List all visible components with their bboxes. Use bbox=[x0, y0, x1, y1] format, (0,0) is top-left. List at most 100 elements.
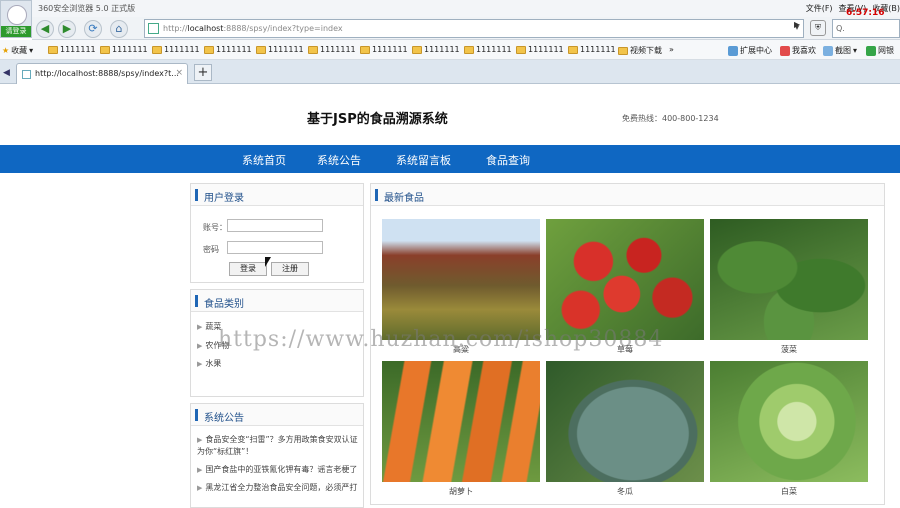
bookmark-folder[interactable]: 1111111 bbox=[516, 45, 564, 54]
folder-icon bbox=[360, 45, 370, 54]
register-button[interactable]: 注册 bbox=[271, 262, 309, 276]
nav-home[interactable]: 系统首页 bbox=[242, 152, 286, 168]
bookmark-folder[interactable]: 1111111 bbox=[204, 45, 252, 54]
category-item[interactable]: ▶ 水果 bbox=[197, 358, 221, 370]
screenshot-tool[interactable]: 截图 ▾ bbox=[823, 45, 857, 56]
bookmark-folder[interactable]: 1111111 bbox=[568, 45, 616, 54]
bookmark-folder[interactable]: 1111111 bbox=[256, 45, 304, 54]
search-input[interactable]: Q. bbox=[832, 19, 900, 38]
tab-scroll-left-icon[interactable]: ◀ bbox=[3, 68, 10, 78]
folder-icon bbox=[412, 45, 422, 54]
browser-title-bar: 360安全浏览器 5.0 正式版 文件(F) 查看(V) 收藏(B) 6:57:… bbox=[0, 0, 900, 18]
tab-close-icon[interactable]: × bbox=[175, 68, 183, 78]
new-tab-button[interactable]: + bbox=[194, 64, 212, 81]
folder-icon bbox=[100, 45, 110, 54]
heart-icon bbox=[780, 45, 790, 56]
refresh-icon[interactable]: ⟳ bbox=[84, 20, 102, 38]
folder-icon bbox=[464, 45, 474, 54]
menu-file[interactable]: 文件(F) bbox=[806, 3, 833, 14]
folder-icon bbox=[618, 46, 628, 55]
shield-icon[interactable]: ⛨ bbox=[810, 20, 826, 36]
folder-icon bbox=[152, 45, 162, 54]
watermark: https://www.huzhan.com/ishop30884 bbox=[218, 327, 664, 352]
food-name[interactable]: 菠菜 bbox=[710, 344, 868, 355]
folder-icon bbox=[308, 45, 318, 54]
login-panel-header: 用户登录 bbox=[191, 184, 363, 206]
login-button[interactable]: 登录 bbox=[229, 262, 267, 276]
notice-panel-title: 系统公告 bbox=[204, 413, 244, 424]
nav-notices[interactable]: 系统公告 bbox=[317, 152, 361, 168]
net-bank[interactable]: 网银 bbox=[866, 45, 894, 56]
main-nav: 系统首页 系统公告 系统留言板 食品查询 bbox=[0, 145, 900, 173]
bookmark-folder[interactable]: 1111111 bbox=[152, 45, 200, 54]
star-icon: ★ bbox=[2, 46, 10, 55]
bookmark-folder[interactable]: 1111111 bbox=[464, 45, 512, 54]
bookmark-folder[interactable]: 1111111 bbox=[100, 45, 148, 54]
account-label: 账号： bbox=[203, 223, 227, 232]
latest-foods-title: 最新食品 bbox=[384, 193, 424, 204]
login-panel-title: 用户登录 bbox=[204, 193, 244, 204]
forward-icon[interactable]: ▶ bbox=[58, 20, 76, 38]
extensions-center[interactable]: 扩展中心 bbox=[728, 45, 772, 56]
folder-icon bbox=[48, 45, 58, 54]
arrow-right-icon: ▶ bbox=[197, 484, 203, 492]
favorites-menu[interactable]: ★ 收藏 ▾ bbox=[2, 45, 33, 56]
arrow-right-icon: ▶ bbox=[197, 466, 203, 474]
bookmark-folder[interactable]: 1111111 bbox=[360, 45, 408, 54]
bookmark-video-download[interactable]: 视频下载 bbox=[618, 45, 662, 56]
scissors-icon bbox=[823, 45, 833, 56]
site-title: 基于JSP的食品溯源系统 bbox=[307, 112, 448, 127]
hotline: 免费热线：400-800-1234 bbox=[622, 114, 719, 123]
notice-item[interactable]: ▶ 黑龙江省全力整治食品安全问题，必须严打 bbox=[197, 482, 359, 494]
nav-message-board[interactable]: 系统留言板 bbox=[396, 152, 451, 168]
arrow-right-icon: ▶ bbox=[197, 436, 203, 444]
food-image-sorghum[interactable] bbox=[382, 219, 540, 340]
extensions-icon bbox=[728, 45, 738, 56]
folder-icon bbox=[568, 45, 578, 54]
food-name[interactable]: 白菜 bbox=[710, 486, 868, 497]
arrow-right-icon: ▶ bbox=[197, 323, 203, 331]
my-favorites[interactable]: 我喜欢 bbox=[780, 45, 816, 56]
bookmark-folder[interactable]: 1111111 bbox=[412, 45, 460, 54]
folder-icon bbox=[256, 45, 266, 54]
bookmarks-more[interactable]: » bbox=[669, 45, 674, 54]
login-panel: 用户登录 账号： 密码 登录 注册 bbox=[190, 183, 364, 283]
food-image-carrot[interactable] bbox=[382, 361, 540, 482]
food-name[interactable]: 胡萝卜 bbox=[382, 486, 540, 497]
food-image-strawberry[interactable] bbox=[546, 219, 704, 340]
tab-bar: ◀ http://localhost:8888/spsy/index?t... … bbox=[0, 60, 900, 84]
home-icon[interactable]: ⌂ bbox=[110, 20, 128, 38]
folder-icon bbox=[204, 45, 214, 54]
password-input[interactable] bbox=[227, 241, 323, 254]
notice-item[interactable]: ▶ 食品安全变“扫雷”？多方用政策食安双认证为你“标红旗”！ bbox=[197, 434, 359, 458]
avatar-login-label[interactable]: 请登录 bbox=[1, 26, 31, 37]
arrow-right-icon: ▶ bbox=[197, 360, 203, 368]
tab-title: http://localhost:8888/spsy/index?t... bbox=[35, 69, 179, 78]
account-input[interactable] bbox=[227, 219, 323, 232]
avatar-icon bbox=[7, 5, 27, 25]
nav-food-query[interactable]: 食品查询 bbox=[486, 152, 530, 168]
food-image-winter-melon[interactable] bbox=[546, 361, 704, 482]
go-icon[interactable]: ▶ bbox=[794, 20, 808, 36]
latest-foods-header: 最新食品 bbox=[371, 184, 884, 206]
address-url: http://localhost:8888/spsy/index?type=in… bbox=[163, 24, 343, 33]
window-title: 360安全浏览器 5.0 正式版 bbox=[38, 4, 136, 13]
web-page: 基于JSP的食品溯源系统 免费热线：400-800-1234 系统首页 系统公告… bbox=[0, 85, 900, 508]
food-name[interactable]: 冬瓜 bbox=[546, 486, 704, 497]
notice-panel: 系统公告 ▶ 食品安全变“扫雷”？多方用政策食安双认证为你“标红旗”！ ▶ 国产食盐… bbox=[190, 403, 364, 508]
notice-item[interactable]: ▶ 国产食盐中的亚铁氰化钾有毒？谣言老梗了 bbox=[197, 464, 359, 476]
password-label: 密码 bbox=[203, 245, 219, 254]
user-avatar[interactable]: 请登录 bbox=[0, 0, 32, 38]
food-image-spinach[interactable] bbox=[710, 219, 868, 340]
page-icon bbox=[148, 23, 159, 34]
bookmarks-bar: ★ 收藏 ▾ 1111111 1111111 1111111 1111111 111… bbox=[0, 40, 900, 60]
tab-active[interactable]: http://localhost:8888/spsy/index?t... × bbox=[16, 63, 188, 84]
notice-panel-header: 系统公告 bbox=[191, 404, 363, 426]
food-image-cabbage[interactable] bbox=[710, 361, 868, 482]
address-bar[interactable]: http://localhost:8888/spsy/index?type=in… bbox=[144, 19, 804, 38]
mouse-cursor-icon bbox=[265, 257, 271, 267]
tab-page-icon bbox=[22, 70, 31, 79]
bookmark-folder[interactable]: 1111111 bbox=[48, 45, 96, 54]
back-icon[interactable]: ◀ bbox=[36, 20, 54, 38]
bookmark-folder[interactable]: 1111111 bbox=[308, 45, 356, 54]
